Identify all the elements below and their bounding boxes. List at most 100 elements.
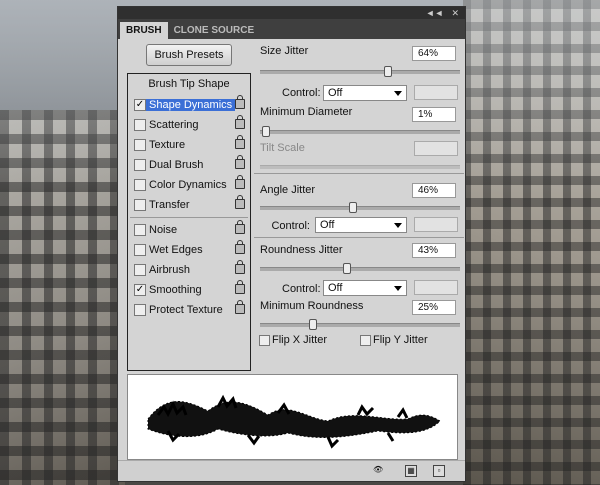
lock-icon[interactable] <box>235 220 245 234</box>
roundness-control-field <box>414 280 458 295</box>
lock-icon[interactable] <box>235 95 245 109</box>
lock-icon[interactable] <box>235 260 245 274</box>
panel-topbar: ◄◄ ✕ <box>118 7 465 19</box>
panel-bottom-bar: 👁 ▦ ▫ <box>118 460 465 481</box>
size-jitter-slider[interactable] <box>260 66 460 77</box>
checkbox-icon[interactable] <box>134 264 146 276</box>
list-item-protect-texture[interactable]: Protect Texture <box>128 300 250 319</box>
lock-icon[interactable] <box>235 240 245 254</box>
list-item-texture[interactable]: Texture <box>128 135 250 154</box>
chevron-down-icon <box>394 91 402 96</box>
min-roundness-slider[interactable] <box>260 319 460 330</box>
list-item-scattering[interactable]: Scattering <box>128 115 250 134</box>
flip-x-checkbox[interactable] <box>259 335 270 346</box>
close-icon[interactable]: ✕ <box>451 8 459 19</box>
lock-icon[interactable] <box>235 115 245 129</box>
list-item-airbrush[interactable]: Airbrush <box>128 260 250 279</box>
flip-y-checkbox[interactable] <box>360 335 371 346</box>
size-control-select[interactable]: Off <box>323 85 407 101</box>
angle-jitter-value[interactable]: 46% <box>412 183 456 198</box>
select-value: Off <box>328 282 343 294</box>
checkbox-checked-icon[interactable]: ✓ <box>134 284 146 296</box>
list-item-label: Noise <box>149 224 178 236</box>
control-label: Control: <box>282 87 321 99</box>
size-control-field <box>414 85 458 100</box>
flip-x-label: Flip X Jitter <box>272 334 328 346</box>
slider-thumb[interactable] <box>309 319 317 330</box>
checkbox-icon[interactable] <box>134 179 146 191</box>
lock-icon[interactable] <box>235 135 245 149</box>
lock-icon[interactable] <box>235 280 245 294</box>
select-value: Off <box>320 219 335 231</box>
roundness-jitter-label: Roundness Jitter <box>260 244 343 256</box>
list-item-wet-edges[interactable]: Wet Edges <box>128 240 250 259</box>
eye-icon[interactable]: 👁 <box>373 465 383 475</box>
checkbox-icon[interactable] <box>134 304 146 316</box>
list-item-label: Airbrush <box>149 264 190 276</box>
list-item-transfer[interactable]: Transfer <box>128 195 250 214</box>
brush-options-list: Brush Tip Shape ✓ Shape Dynamics Scatter… <box>127 73 251 371</box>
control-label: Control: <box>282 283 321 295</box>
list-item-smoothing[interactable]: ✓ Smoothing <box>128 280 250 299</box>
size-jitter-label: Size Jitter <box>260 45 309 57</box>
slider-thumb[interactable] <box>262 126 270 137</box>
roundness-jitter-value[interactable]: 43% <box>412 243 456 258</box>
tab-clone-source[interactable]: CLONE SOURCE <box>168 22 261 39</box>
min-diameter-label: Minimum Diameter <box>260 106 353 118</box>
list-item-color-dynamics[interactable]: Color Dynamics <box>128 175 250 194</box>
tab-brush[interactable]: BRUSH <box>120 22 168 39</box>
list-item-dual-brush[interactable]: Dual Brush <box>128 155 250 174</box>
size-jitter-value[interactable]: 64% <box>412 46 456 61</box>
control-label: Control: <box>271 220 310 232</box>
roundness-control-select[interactable]: Off <box>323 280 407 296</box>
section-divider <box>254 237 464 238</box>
list-item-label: Wet Edges <box>149 244 203 256</box>
slider-thumb[interactable] <box>343 263 351 274</box>
list-item-label: Smoothing <box>149 284 202 296</box>
checkbox-icon[interactable] <box>134 224 146 236</box>
lock-icon[interactable] <box>235 300 245 314</box>
tilt-scale-slider <box>260 165 460 169</box>
list-item-noise[interactable]: Noise <box>128 220 250 239</box>
angle-jitter-slider[interactable] <box>260 202 460 213</box>
list-item-label: Color Dynamics <box>149 179 227 191</box>
section-divider <box>254 173 464 174</box>
list-item-label: Texture <box>149 139 186 151</box>
checkbox-icon[interactable] <box>134 159 146 171</box>
list-item-label: Shape Dynamics <box>146 99 236 111</box>
stroke-preview-image <box>147 394 441 449</box>
angle-control-select[interactable]: Off <box>315 217 407 233</box>
lock-icon[interactable] <box>235 175 245 189</box>
select-value: Off <box>328 87 343 99</box>
collapse-icon[interactable]: ◄◄ <box>426 8 444 18</box>
list-item-label: Scattering <box>149 119 199 131</box>
checkbox-icon[interactable] <box>134 199 146 211</box>
tilt-scale-field <box>414 141 458 156</box>
roundness-jitter-slider[interactable] <box>260 263 460 274</box>
checkbox-icon[interactable] <box>134 139 146 151</box>
slider-thumb[interactable] <box>349 202 357 213</box>
angle-control-field <box>414 217 458 232</box>
tab-bar: BRUSH CLONE SOURCE <box>118 19 465 39</box>
chevron-down-icon <box>394 286 402 291</box>
tilt-scale-label: Tilt Scale <box>260 142 305 154</box>
min-diameter-slider[interactable] <box>260 126 460 137</box>
min-diameter-value[interactable]: 1% <box>412 107 456 122</box>
new-preset-icon[interactable]: ▫ <box>433 465 445 477</box>
slider-thumb[interactable] <box>384 66 392 77</box>
list-item-label: Dual Brush <box>149 159 204 171</box>
list-item-label: Protect Texture <box>149 304 223 316</box>
checkbox-icon[interactable] <box>134 244 146 256</box>
list-item-shape-dynamics[interactable]: ✓ Shape Dynamics <box>128 95 250 114</box>
angle-jitter-label: Angle Jitter <box>260 184 316 196</box>
min-roundness-label: Minimum Roundness <box>260 300 364 312</box>
brush-stroke-preview <box>127 374 458 460</box>
lock-icon[interactable] <box>235 195 245 209</box>
lock-icon[interactable] <box>235 155 245 169</box>
grid-icon[interactable]: ▦ <box>405 465 417 477</box>
checkbox-checked-icon[interactable]: ✓ <box>134 99 146 111</box>
brush-presets-button[interactable]: Brush Presets <box>146 44 232 66</box>
checkbox-icon[interactable] <box>134 119 146 131</box>
min-roundness-value[interactable]: 25% <box>412 300 456 315</box>
brush-tip-shape-item[interactable]: Brush Tip Shape <box>128 74 250 96</box>
